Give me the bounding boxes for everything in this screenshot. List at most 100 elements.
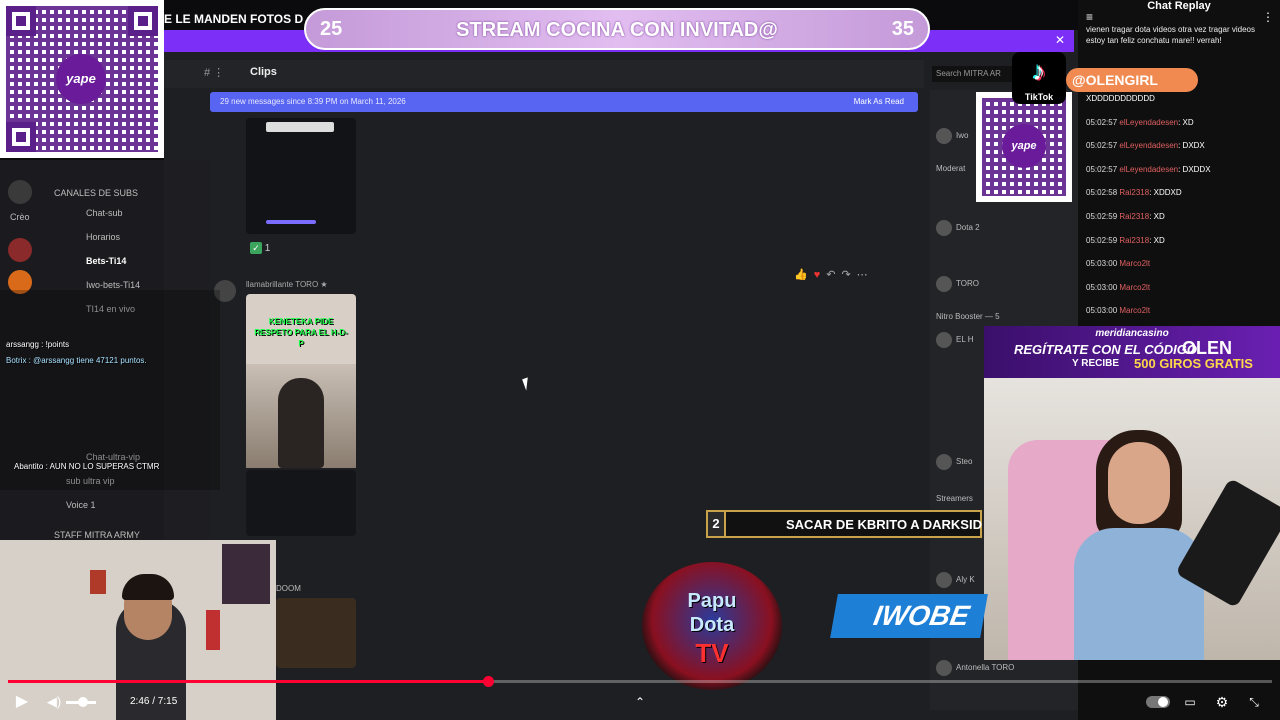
sidebar-item-chat-sub[interactable]: Chat-sub: [86, 208, 123, 218]
chat-username[interactable]: Rai2318: [1119, 212, 1149, 221]
chat-replay-line: 05:03:00 Marco2lt: [1086, 259, 1150, 268]
casino-line1: REGÍTRATE CON EL CÓDIGO: [1014, 342, 1197, 357]
member-group: Streamers: [936, 494, 973, 503]
chat-replay-line: 05:02:57 elLeyendadesen: DXDDX: [1086, 165, 1211, 174]
casino-spins: 500 GIROS GRATIS: [1134, 356, 1253, 371]
member-item[interactable]: Dota 2: [936, 220, 980, 236]
channel-title: Clips: [250, 66, 277, 78]
member-item[interactable]: EL H: [936, 332, 974, 348]
exit-fullscreen-icon[interactable]: ⤡: [1244, 692, 1264, 712]
message-author[interactable]: DOOM: [276, 584, 301, 593]
volume-knob[interactable]: [78, 697, 88, 707]
member-item[interactable]: Antonella TORO: [936, 660, 1014, 676]
qr-finder: [6, 6, 36, 36]
tiktok-handle: @OLENGIRL: [1066, 68, 1198, 92]
thumbs-up-icon[interactable]: 👍: [794, 269, 808, 281]
chat-username[interactable]: Marco2lt: [1119, 306, 1150, 315]
clip-thumbnail[interactable]: KENETEKA PIDE RESPETO PARA EL H-D-P: [246, 294, 356, 468]
qr-finder: [6, 122, 36, 152]
chat-username[interactable]: elLeyendadesen: [1119, 118, 1178, 127]
chat-message: : XD: [1149, 235, 1165, 245]
more-icon[interactable]: ⋯: [857, 269, 868, 281]
menu-icon[interactable]: ≡: [1086, 10, 1093, 24]
logo-text: Dota: [689, 614, 735, 636]
message-actions[interactable]: 👍 ♥ ↶ ↷ ⋯: [794, 268, 874, 281]
chat-username[interactable]: Marco2lt: [1119, 283, 1150, 292]
chat-username[interactable]: elLeyendadesen: [1119, 141, 1178, 150]
video-progress-played[interactable]: [8, 680, 488, 683]
chat-username[interactable]: Marco2lt: [1119, 259, 1150, 268]
section-header[interactable]: STAFF MITRA ARMY: [54, 530, 140, 540]
member-role: TORO: [956, 279, 979, 289]
chat-timestamp: 05:02:57: [1086, 164, 1118, 174]
hash-icon: # ⋮: [204, 67, 225, 79]
member-group: Moderat: [936, 164, 966, 173]
banner-title: STREAM COCINA CON INVITAD@: [456, 19, 778, 41]
chat-replay-line: 05:02:57 elLeyendadesen: XD: [1086, 118, 1194, 127]
yape-qr-code-small: yape: [976, 92, 1072, 202]
member-name: Steo: [956, 457, 973, 467]
sidebar-item-bets[interactable]: Bets-Ti14: [86, 256, 126, 266]
chat-username[interactable]: elLeyendadesen: [1119, 165, 1178, 174]
chat-replay-line: 05:02:57 elLeyendadesen: DXDX: [1086, 141, 1205, 150]
stream-title-banner: 25 STREAM COCINA CON INVITAD@ 35: [304, 8, 930, 50]
casino-line2: Y RECIBE: [1072, 358, 1120, 369]
iwobe-text: IWOBE: [871, 600, 972, 631]
reply-icon[interactable]: ↶: [826, 269, 835, 281]
logo-text: TV: [695, 638, 729, 668]
autoplay-toggle[interactable]: [1146, 696, 1170, 708]
sidebar-item-horarios[interactable]: Horarios: [86, 232, 120, 242]
forward-icon[interactable]: ↷: [841, 269, 850, 281]
yape-logo: yape: [56, 54, 106, 104]
member-item[interactable]: Steo: [936, 454, 972, 470]
volume-icon[interactable]: ◀): [44, 692, 64, 712]
member-item[interactable]: Iwo: [936, 128, 968, 144]
server-icon[interactable]: [8, 180, 32, 204]
member-name: EL H: [956, 335, 974, 345]
new-messages-text: 29 new messages since 8:39 PM on March 1…: [220, 97, 406, 106]
clip-caption: KENETEKA PIDE RESPETO PARA EL H-D-P: [254, 317, 348, 348]
tiktok-label: TikTok: [1024, 92, 1054, 102]
yape-qr-code: yape: [0, 0, 164, 158]
banner-right-count: 35: [891, 18, 914, 40]
avatar: [936, 220, 952, 236]
chat-username[interactable]: Rai2318: [1119, 188, 1149, 197]
member-group: Nitro Booster — 5: [936, 312, 1000, 321]
chat-replay-intro: vienen tragar dota videos otra vez traga…: [1086, 25, 1255, 45]
guest-hair: [122, 574, 174, 600]
chat-message: : XDDXD: [1149, 188, 1182, 198]
new-messages-bar[interactable]: 29 new messages since 8:39 PM on March 1…: [210, 92, 918, 112]
chevron-up-icon[interactable]: ⌃: [630, 692, 650, 712]
reaction-count: 1: [264, 243, 271, 254]
heart-icon[interactable]: ♥: [814, 269, 821, 281]
play-icon[interactable]: ▶: [12, 692, 32, 712]
clip-header: [266, 122, 334, 132]
server-icon[interactable]: [8, 238, 32, 262]
chat-username[interactable]: Rai2318: [1119, 236, 1149, 245]
time-display: 2:46 / 7:15: [130, 696, 178, 707]
close-icon[interactable]: ✕: [1052, 32, 1068, 48]
sidebar-item-iwo-bets[interactable]: Iwo-bets-Ti14: [86, 280, 140, 290]
more-options-icon[interactable]: ⋮: [1262, 10, 1274, 24]
mark-as-read-button[interactable]: Mark As Read: [854, 97, 904, 106]
video-progress-bar[interactable]: [266, 220, 316, 224]
member-item[interactable]: Aly K: [936, 572, 975, 588]
clip-thumbnail[interactable]: [246, 118, 356, 234]
checkmark-icon: ✓: [250, 242, 262, 254]
section-header[interactable]: CANALES DE SUBS: [54, 188, 138, 198]
clip-thumbnail[interactable]: [276, 598, 356, 668]
chat-replay-line: 05:02:59 Rai2318: XD: [1086, 236, 1165, 245]
tiktok-logo: ♪ TikTok: [1012, 52, 1066, 104]
message-author[interactable]: llamabrillante TORO ★: [246, 280, 328, 289]
sidebar-item-voice[interactable]: Voice 1: [66, 500, 96, 510]
gear-icon[interactable]: ⚙: [1212, 692, 1232, 712]
casino-ad: meridiancasino REGÍTRATE CON EL CÓDIGO O…: [984, 326, 1280, 378]
chat-message: : XD: [1178, 117, 1194, 127]
reaction-row[interactable]: ✓ 1: [250, 242, 270, 254]
streamer-face: [1108, 442, 1170, 524]
captions-icon[interactable]: ▭: [1180, 692, 1200, 712]
author-role: TORO: [295, 280, 319, 289]
member-item[interactable]: TORO: [936, 276, 979, 292]
search-input[interactable]: Search MITRA AR: [932, 66, 1012, 82]
streamer-webcam: [984, 378, 1280, 660]
